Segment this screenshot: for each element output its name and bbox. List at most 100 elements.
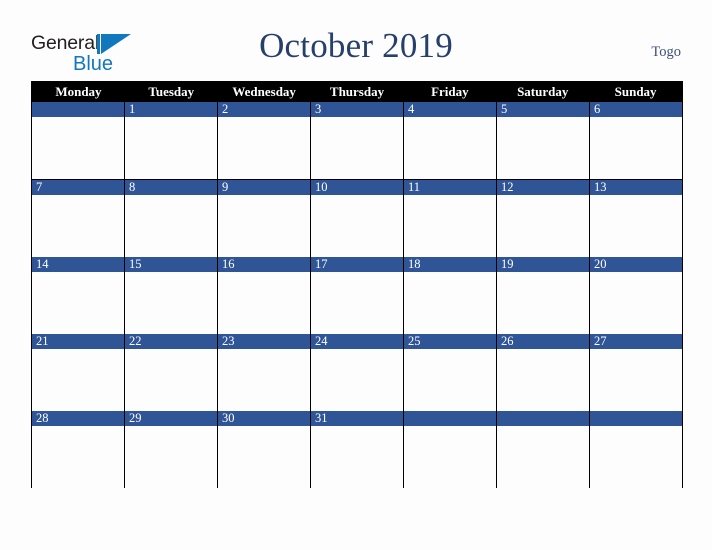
day-cell[interactable]: 15 [125,257,218,334]
day-events-area[interactable] [590,272,682,334]
day-number: 1 [125,102,217,117]
day-events-area[interactable] [404,349,496,411]
day-cell[interactable]: 31 [311,411,404,488]
day-cell[interactable]: 12 [497,180,590,257]
day-cell[interactable]: 14 [32,257,125,334]
day-cell[interactable]: 26 [497,334,590,411]
day-events-area[interactable] [311,195,403,257]
day-events-area[interactable] [497,272,589,334]
day-events-area[interactable] [218,272,310,334]
day-events-area[interactable] [311,426,403,488]
day-cell[interactable]: 23 [218,334,311,411]
week-row: 28 29 30 31 [32,410,682,488]
day-number: 3 [311,102,403,117]
day-events-area[interactable] [404,195,496,257]
day-cell[interactable]: 7 [32,180,125,257]
week-row: 1 2 3 4 5 6 [32,102,682,179]
day-cell[interactable]: 2 [218,102,311,179]
day-cell[interactable]: 16 [218,257,311,334]
day-number: 7 [32,180,124,195]
day-number: 21 [32,334,124,349]
day-cell[interactable]: 13 [590,180,682,257]
day-cell[interactable]: 3 [311,102,404,179]
day-events-area[interactable] [311,272,403,334]
day-number: 19 [497,257,589,272]
day-events-area[interactable] [590,195,682,257]
day-cell[interactable]: 5 [497,102,590,179]
day-cell[interactable] [497,411,590,488]
day-number: 26 [497,334,589,349]
day-events-area[interactable] [32,272,124,334]
day-cell[interactable]: 18 [404,257,497,334]
day-events-area[interactable] [32,195,124,257]
day-number: 13 [590,180,682,195]
day-events-area[interactable] [32,349,124,411]
day-cell[interactable]: 29 [125,411,218,488]
day-number: 31 [311,411,403,426]
day-events-area[interactable] [404,426,496,488]
day-cell[interactable]: 21 [32,334,125,411]
day-events-area[interactable] [311,117,403,179]
day-header-wednesday: Wednesday [232,84,296,99]
day-cell[interactable]: 19 [497,257,590,334]
day-cell[interactable]: 22 [125,334,218,411]
day-cell[interactable]: 28 [32,411,125,488]
day-number: 23 [218,334,310,349]
day-events-area[interactable] [590,117,682,179]
day-number: 20 [590,257,682,272]
day-events-area[interactable] [590,426,682,488]
day-cell[interactable] [32,102,125,179]
day-number [590,411,682,426]
calendar-page: General Blue October 2019 Togo Monday Tu… [0,0,712,550]
day-number: 6 [590,102,682,117]
day-events-area[interactable] [404,117,496,179]
day-cell[interactable]: 27 [590,334,682,411]
day-events-area[interactable] [218,426,310,488]
day-events-area[interactable] [218,117,310,179]
day-cell[interactable]: 25 [404,334,497,411]
day-number: 16 [218,257,310,272]
day-cell[interactable]: 30 [218,411,311,488]
day-cell[interactable]: 8 [125,180,218,257]
day-number: 28 [32,411,124,426]
day-events-area[interactable] [497,349,589,411]
day-events-area[interactable] [218,349,310,411]
day-cell[interactable]: 20 [590,257,682,334]
day-events-area[interactable] [497,195,589,257]
day-events-area[interactable] [218,195,310,257]
day-cell[interactable]: 11 [404,180,497,257]
day-number: 9 [218,180,310,195]
day-cell[interactable]: 9 [218,180,311,257]
day-events-area[interactable] [125,272,217,334]
day-events-area[interactable] [125,195,217,257]
day-number: 5 [497,102,589,117]
day-events-area[interactable] [404,272,496,334]
day-cell[interactable]: 1 [125,102,218,179]
day-events-area[interactable] [125,426,217,488]
day-cell[interactable]: 6 [590,102,682,179]
day-cell[interactable]: 4 [404,102,497,179]
day-events-area[interactable] [497,117,589,179]
day-number: 22 [125,334,217,349]
day-events-area[interactable] [32,117,124,179]
day-header-monday: Monday [55,84,102,99]
day-number: 24 [311,334,403,349]
page-title: October 2019 [259,26,453,65]
day-cell[interactable]: 24 [311,334,404,411]
day-events-area[interactable] [32,426,124,488]
day-number [32,102,124,117]
day-header-sunday: Sunday [614,84,657,99]
day-number: 25 [404,334,496,349]
day-header-friday: Friday [431,84,469,99]
day-cell[interactable] [590,411,682,488]
day-events-area[interactable] [497,426,589,488]
day-cell[interactable]: 10 [311,180,404,257]
day-events-area[interactable] [125,349,217,411]
day-events-area[interactable] [590,349,682,411]
day-number: 27 [590,334,682,349]
day-cell[interactable]: 17 [311,257,404,334]
day-events-area[interactable] [311,349,403,411]
day-number: 2 [218,102,310,117]
day-cell[interactable] [404,411,497,488]
day-events-area[interactable] [125,117,217,179]
